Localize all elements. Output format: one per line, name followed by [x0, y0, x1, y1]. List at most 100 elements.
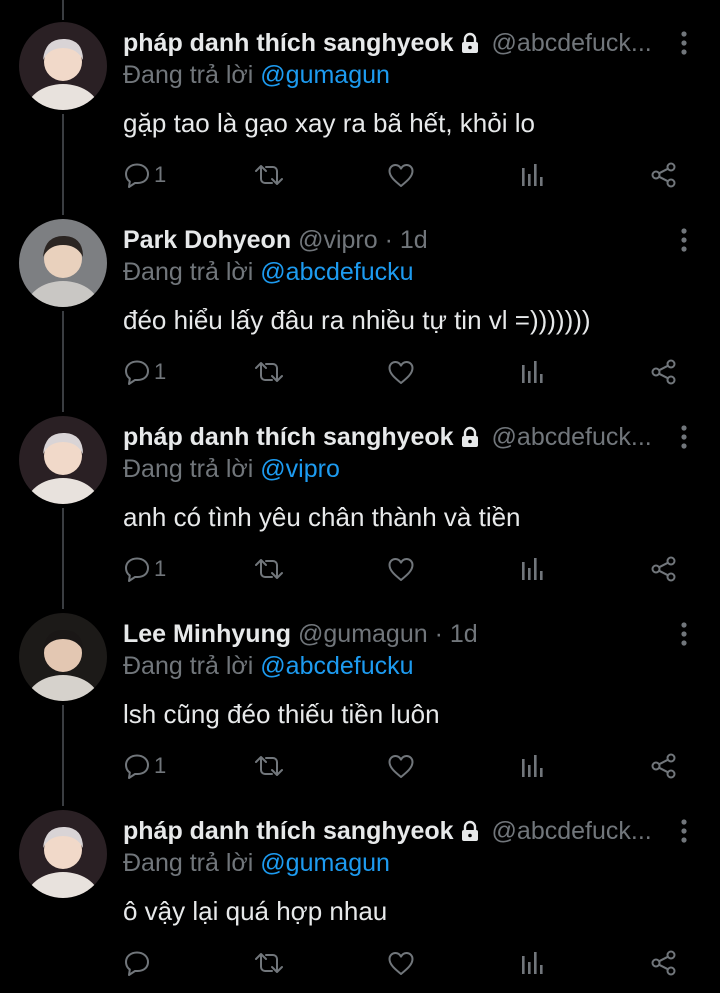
share-icon [651, 162, 676, 188]
replying-to-label: Đang trả lời [123, 849, 254, 877]
heart-icon [388, 558, 414, 581]
reply-button[interactable]: 1 [124, 753, 166, 779]
user-handle[interactable]: @gumagun [298, 620, 428, 648]
avatar-image [19, 219, 107, 307]
reply-icon [125, 163, 149, 188]
reply-count: 1 [154, 359, 167, 384]
replying-to-handle[interactable]: @vipro [260, 455, 340, 483]
avatar-image [19, 22, 107, 110]
share-button[interactable] [650, 162, 678, 188]
replying-to-label: Đang trả lời [123, 455, 254, 483]
lock-icon [459, 29, 481, 60]
lock-icon [459, 817, 481, 848]
views-chart-icon [522, 755, 543, 777]
like-button[interactable] [387, 556, 415, 582]
avatar[interactable] [19, 810, 107, 898]
share-button[interactable] [650, 556, 678, 582]
timestamp[interactable]: 1d [400, 226, 428, 254]
avatar-image [19, 810, 107, 898]
views-button[interactable] [520, 556, 546, 582]
share-button[interactable] [650, 950, 678, 976]
replying-to-label: Đang trả lời [123, 258, 254, 286]
views-button[interactable] [520, 359, 546, 385]
avatar[interactable] [19, 219, 107, 307]
reply-count: 1 [154, 753, 167, 778]
retweet-icon [255, 559, 283, 579]
share-icon [651, 556, 676, 582]
tweet-text: đéo hiểu lấy đâu ra nhiều tự tin vl =)))… [123, 305, 591, 335]
retweet-button[interactable] [253, 753, 285, 779]
avatar[interactable] [19, 416, 107, 504]
tweet[interactable]: Park Dohyeon @vipro · 1d Đang trả lời @a… [0, 197, 720, 394]
more-vertical-icon[interactable] [676, 227, 692, 253]
views-button[interactable] [520, 950, 546, 976]
more-vertical-icon[interactable] [676, 621, 692, 647]
tweet-text: gặp tao là gạo xay ra bã hết, khỏi lo [123, 108, 535, 138]
reply-button[interactable]: 1 [124, 162, 166, 188]
reply-button[interactable]: 1 [124, 556, 166, 582]
replying-to-handle[interactable]: @gumagun [260, 849, 390, 877]
replying-to-handle[interactable]: @abcdefucku [260, 652, 413, 680]
reply-icon [125, 754, 149, 779]
replying-to: Đang trả lời @vipro [123, 452, 340, 486]
replying-to-handle[interactable]: @gumagun [260, 61, 390, 89]
reply-icon [125, 360, 149, 385]
tweet[interactable]: pháp danh thích sanghyeok @abcdefuck... … [0, 394, 720, 591]
views-button[interactable] [520, 162, 546, 188]
tweet[interactable]: Lee Minhyung @gumagun · 1d Đang trả lời … [0, 591, 720, 788]
reply-icon [125, 557, 149, 582]
views-chart-icon [522, 164, 543, 186]
replying-to-handle[interactable]: @abcdefucku [260, 258, 413, 286]
retweet-icon [255, 953, 283, 973]
display-name[interactable]: Lee Minhyung [123, 620, 291, 648]
reply-thread: pháp danh thích sanghyeok @abcdefuck... … [0, 0, 720, 993]
replying-to-label: Đang trả lời [123, 61, 254, 89]
tweet-text: ô vậy lại quá hợp nhau [123, 896, 388, 926]
heart-icon [388, 164, 414, 187]
reply-button[interactable] [124, 950, 150, 976]
share-button[interactable] [650, 753, 678, 779]
user-handle[interactable]: @vipro [298, 226, 378, 254]
display-name[interactable]: pháp danh thích sanghyeok [123, 817, 454, 845]
like-button[interactable] [387, 162, 415, 188]
views-chart-icon [522, 952, 543, 974]
replying-to: Đang trả lời @abcdefucku [123, 255, 414, 289]
heart-icon [388, 755, 414, 778]
display-name[interactable]: pháp danh thích sanghyeok [123, 423, 454, 451]
like-button[interactable] [387, 753, 415, 779]
retweet-button[interactable] [253, 556, 285, 582]
like-button[interactable] [387, 359, 415, 385]
more-vertical-icon[interactable] [676, 30, 692, 56]
reply-icon [125, 951, 149, 976]
time-separator: · [427, 620, 450, 648]
user-handle[interactable]: @abcdefuck... [492, 29, 652, 57]
tweet[interactable]: pháp danh thích sanghyeok @abcdefuck... … [0, 0, 720, 197]
replying-to-label: Đang trả lời [123, 652, 254, 680]
replying-to: Đang trả lời @gumagun [123, 58, 390, 92]
timestamp[interactable]: 1d [450, 620, 478, 648]
retweet-button[interactable] [253, 359, 285, 385]
reply-button[interactable]: 1 [124, 359, 166, 385]
heart-icon [388, 361, 414, 384]
more-vertical-icon[interactable] [676, 424, 692, 450]
retweet-button[interactable] [253, 162, 285, 188]
reply-count: 1 [154, 556, 167, 581]
avatar-image [19, 416, 107, 504]
retweet-icon [255, 756, 283, 776]
retweet-icon [255, 165, 283, 185]
more-vertical-icon[interactable] [676, 818, 692, 844]
heart-icon [388, 952, 414, 975]
display-name[interactable]: pháp danh thích sanghyeok [123, 29, 454, 57]
avatar[interactable] [19, 613, 107, 701]
views-button[interactable] [520, 753, 546, 779]
like-button[interactable] [387, 950, 415, 976]
user-handle[interactable]: @abcdefuck... [492, 423, 652, 451]
avatar[interactable] [19, 22, 107, 110]
display-name[interactable]: Park Dohyeon [123, 226, 291, 254]
tweet[interactable]: pháp danh thích sanghyeok @abcdefuck... … [0, 788, 720, 985]
retweet-button[interactable] [253, 950, 285, 976]
views-chart-icon [522, 558, 543, 580]
share-button[interactable] [650, 359, 678, 385]
views-chart-icon [522, 361, 543, 383]
user-handle[interactable]: @abcdefuck... [492, 817, 652, 845]
